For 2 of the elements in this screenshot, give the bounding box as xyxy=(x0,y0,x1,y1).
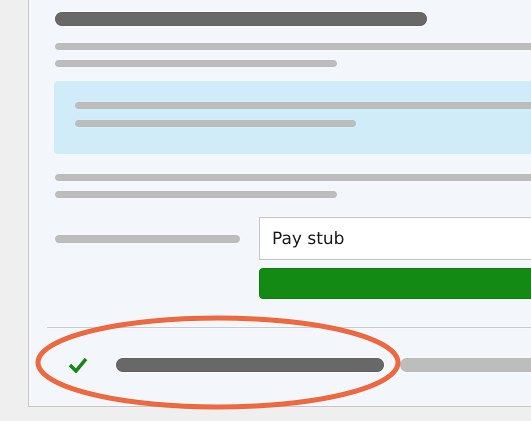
document-field[interactable]: Pay stub xyxy=(259,217,531,260)
submit-button[interactable] xyxy=(259,268,531,299)
